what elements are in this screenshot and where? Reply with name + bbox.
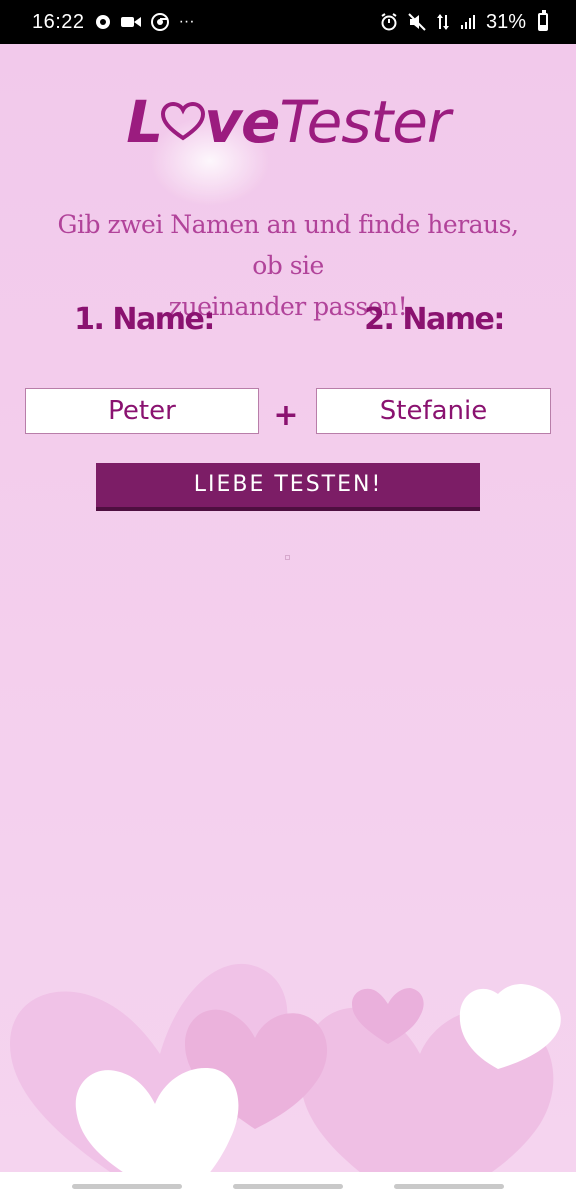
logo-text-l: L xyxy=(126,88,163,156)
chat-bubble-icon xyxy=(95,15,110,29)
name2-input[interactable]: Stefanie xyxy=(316,388,551,434)
logo-text-tester: Tester xyxy=(279,88,450,156)
data-arrows-icon xyxy=(436,14,449,30)
name1-label: 1. Name: xyxy=(74,302,215,337)
nav-back-button[interactable] xyxy=(394,1183,504,1189)
app-screen: L ve Tester Gib zwei Namen an und finde … xyxy=(0,44,576,1172)
status-left-group: 16:22 ··· xyxy=(32,11,195,34)
alarm-icon xyxy=(381,13,397,31)
nav-home-button[interactable] xyxy=(233,1183,343,1189)
decorative-hearts xyxy=(10,963,561,1172)
test-love-button[interactable]: LIEBE TESTEN! xyxy=(96,463,480,511)
lovetester-logo: L ve Tester xyxy=(0,88,576,206)
battery-icon xyxy=(538,10,548,31)
intro-line-1: Gib zwei Namen an und finde heraus, ob s… xyxy=(57,210,519,280)
video-camera-icon xyxy=(120,17,141,27)
mute-icon xyxy=(408,13,426,31)
system-nav-bar xyxy=(0,1172,576,1200)
heart-icon xyxy=(161,102,206,141)
plus-sign: + xyxy=(273,398,299,433)
logo-text-ve: ve xyxy=(204,88,280,156)
status-right-group: 31% xyxy=(380,10,548,34)
name2-label: 2. Name: xyxy=(364,302,505,337)
name1-input[interactable]: Peter xyxy=(25,388,259,434)
nav-recents-button[interactable] xyxy=(72,1183,182,1189)
signal-icon xyxy=(460,15,475,29)
loading-indicator xyxy=(285,555,290,560)
chrome-icon xyxy=(150,13,169,31)
more-dots-icon: ··· xyxy=(178,13,195,30)
status-bar: 16:22 ··· 31% xyxy=(0,0,576,44)
battery-percent: 31% xyxy=(485,10,526,33)
status-time: 16:22 xyxy=(32,10,85,33)
